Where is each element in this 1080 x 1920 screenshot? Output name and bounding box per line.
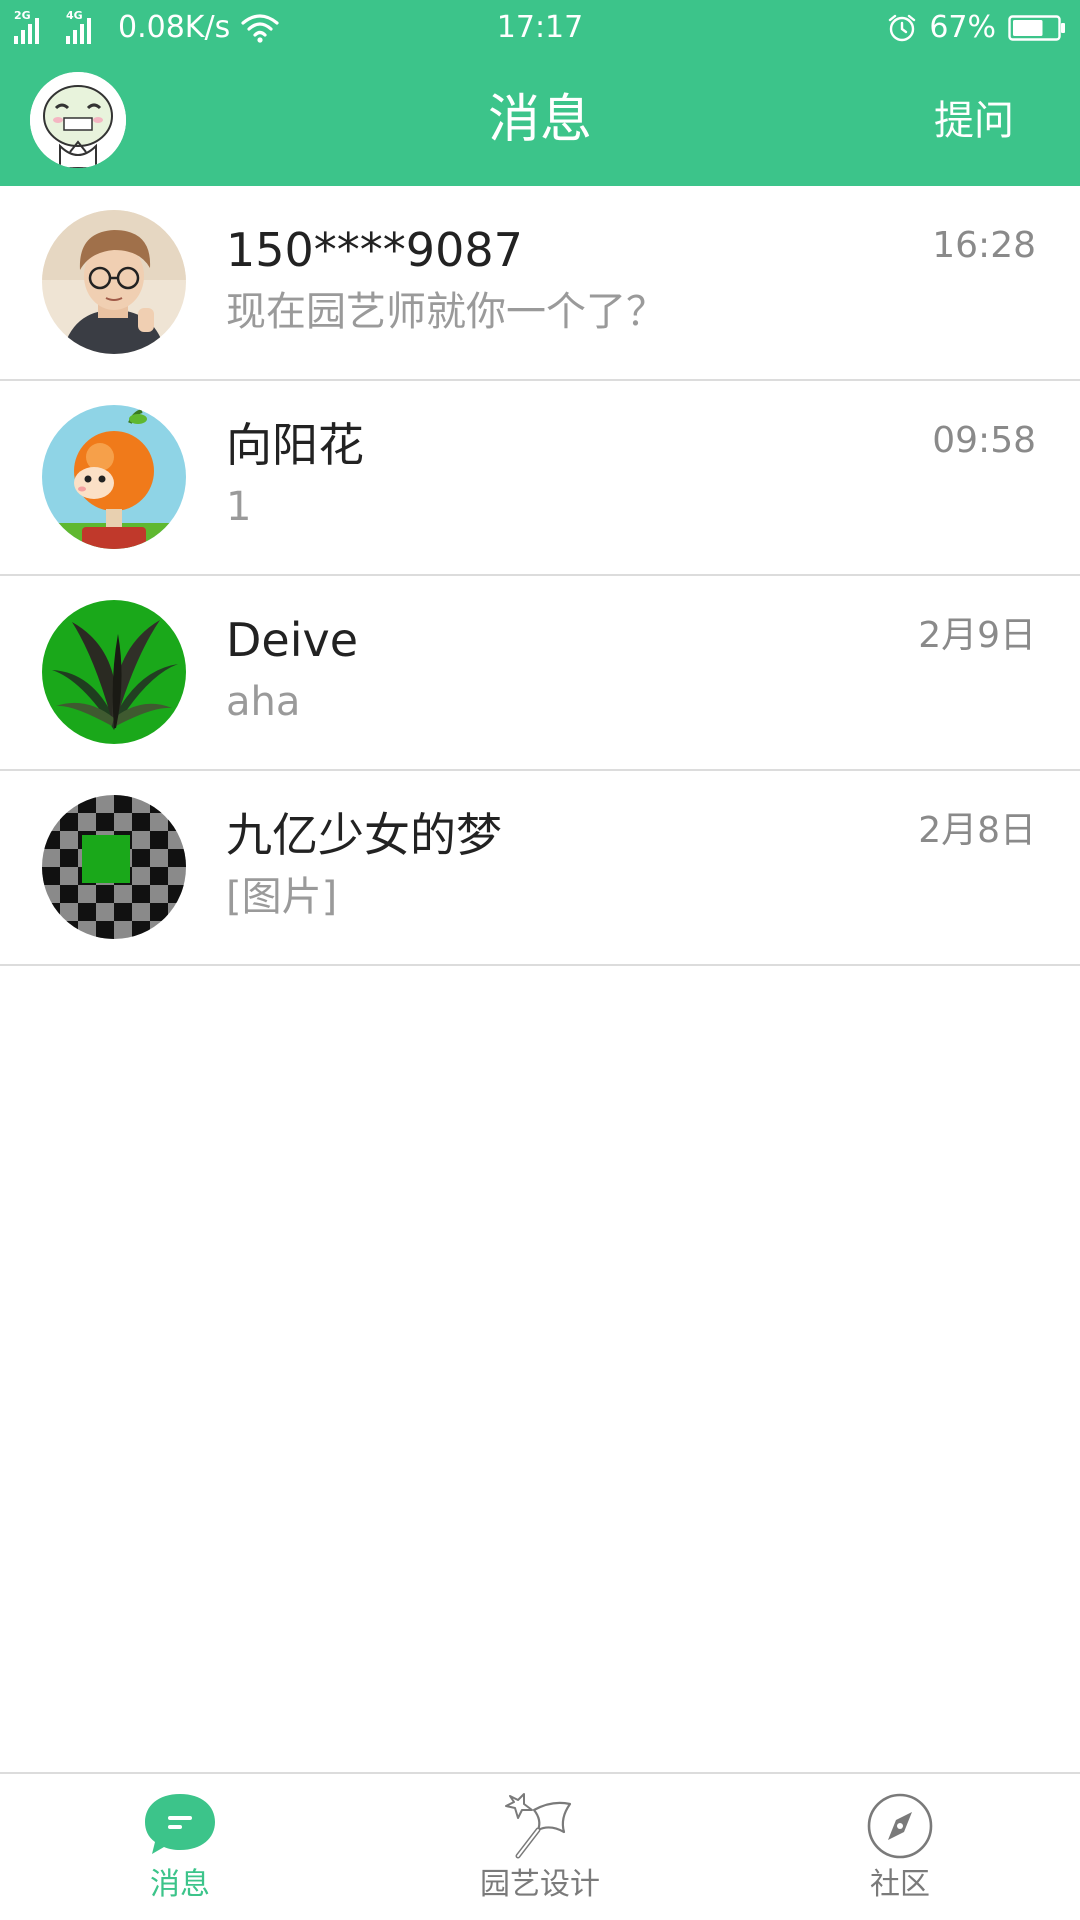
contact-name: 150****9087 <box>226 223 523 277</box>
contact-avatar <box>42 405 186 549</box>
message-preview: [图片] <box>226 874 338 920</box>
top-bar: 2G 4G 0.08K/s 17:17 67% 消息 提问 <box>0 0 1080 186</box>
page-title: 消息 <box>487 90 592 150</box>
conversation-item[interactable]: Deive aha 2月9日 <box>0 576 1080 771</box>
status-right: 67% <box>887 8 1066 48</box>
magic-wand-icon <box>505 1793 572 1859</box>
message-preview: aha <box>226 679 301 725</box>
ask-question-button[interactable]: 提问 <box>934 98 1014 144</box>
conversation-list: 150****9087 现在园艺师就你一个了？ 16:28 向阳花 1 09:5… <box>0 186 1080 966</box>
message-time: 09:58 <box>932 420 1036 461</box>
message-preview: 1 <box>226 484 252 530</box>
status-bar: 2G 4G 0.08K/s 17:17 67% <box>0 0 1080 58</box>
message-time: 2月9日 <box>918 615 1036 656</box>
chat-bubble-icon <box>145 1794 215 1854</box>
battery-icon <box>1008 15 1065 41</box>
conversation-item[interactable]: 150****9087 现在园艺师就你一个了？ 16:28 <box>0 186 1080 381</box>
tab-label: 消息 <box>150 1867 210 1902</box>
contact-avatar <box>42 600 186 744</box>
alarm-icon <box>889 14 916 42</box>
compass-icon <box>867 1793 933 1859</box>
conversation-item[interactable]: 向阳花 1 09:58 <box>0 381 1080 576</box>
bottom-tab-bar: 消息 园艺设计 社区 <box>0 1772 1080 1920</box>
battery-percent: 67% <box>929 10 996 45</box>
tab-label: 园艺设计 <box>480 1867 600 1902</box>
contact-name: Deive <box>226 613 359 667</box>
message-preview: 现在园艺师就你一个了？ <box>226 289 666 335</box>
tab-label: 社区 <box>870 1867 930 1902</box>
message-time: 2月8日 <box>918 810 1036 851</box>
conversation-item[interactable]: 九亿少女的梦 [图片] 2月8日 <box>0 771 1080 966</box>
contact-name: 九亿少女的梦 <box>226 808 502 862</box>
contact-avatar <box>42 210 186 354</box>
app-header: 消息 提问 <box>0 58 1080 186</box>
contact-avatar <box>42 795 186 939</box>
contact-name: 向阳花 <box>226 418 364 472</box>
tab-garden-design[interactable]: 园艺设计 <box>360 1774 720 1920</box>
tab-community[interactable]: 社区 <box>720 1774 1080 1920</box>
tab-messages[interactable]: 消息 <box>0 1774 360 1920</box>
message-time: 16:28 <box>932 225 1036 266</box>
messages-screen: 2G 4G 0.08K/s 17:17 67% 消息 提问 150****908… <box>0 0 1080 1920</box>
